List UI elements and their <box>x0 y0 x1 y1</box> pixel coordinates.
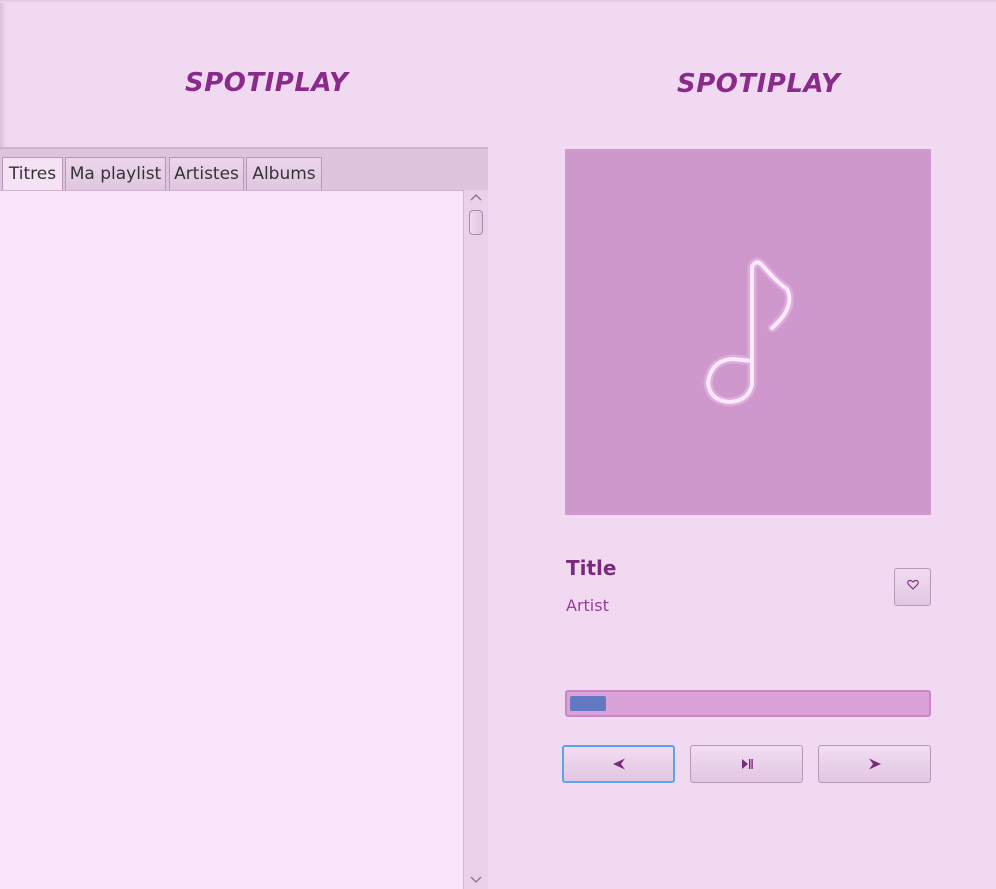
like-button[interactable] <box>894 568 931 606</box>
album-art <box>565 149 931 515</box>
tab-header: Titres Ma playlist Artistes Albums <box>0 147 488 193</box>
scroll-thumb[interactable] <box>469 210 483 235</box>
tab-ma-playlist[interactable]: Ma playlist <box>65 157 166 192</box>
tab-artistes[interactable]: Artistes <box>169 157 244 192</box>
play-pause-button[interactable] <box>690 745 803 783</box>
app-title-right: SPOTIPLAY <box>677 69 841 99</box>
playback-progress-bar[interactable] <box>565 690 931 717</box>
next-arrow-icon <box>868 758 881 770</box>
scroll-up-icon[interactable] <box>464 191 488 205</box>
track-title: Title <box>566 556 617 580</box>
tab-albums[interactable]: Albums <box>246 157 322 192</box>
heart-icon <box>906 579 919 590</box>
app-title-left: SPOTIPLAY <box>185 68 349 98</box>
play-pause-icon <box>741 759 753 769</box>
app-window: SPOTIPLAY Titres Ma playlist Artistes Al… <box>0 0 996 889</box>
music-note-icon <box>703 257 794 407</box>
list-scrollbar[interactable] <box>463 190 488 889</box>
previous-arrow-icon <box>612 758 625 770</box>
track-artist: Artist <box>566 596 609 615</box>
library-tab-pane: Titres Ma playlist Artistes Albums <box>0 147 488 889</box>
next-button[interactable] <box>818 745 931 783</box>
tab-titres[interactable]: Titres <box>2 157 63 193</box>
window-top-shadow <box>0 0 996 3</box>
progress-fill <box>570 696 606 711</box>
scroll-down-icon[interactable] <box>464 874 488 888</box>
track-list[interactable] <box>0 190 463 889</box>
previous-button[interactable] <box>562 745 675 783</box>
